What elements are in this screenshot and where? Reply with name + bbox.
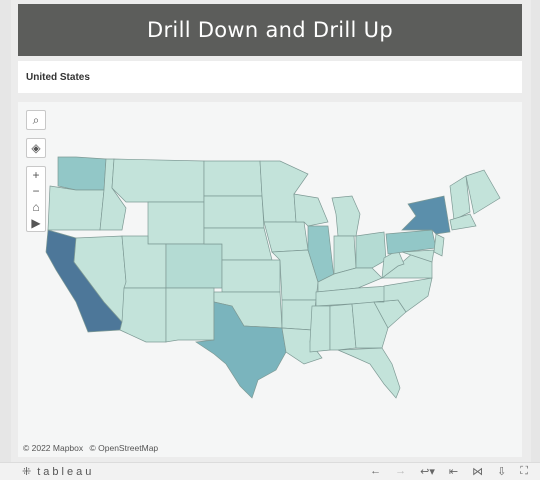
state-arizona[interactable]: [119, 287, 167, 343]
search-icon[interactable]: ⌕: [26, 110, 46, 130]
state-iowa[interactable]: [263, 221, 309, 253]
state-mississippi[interactable]: [309, 305, 331, 353]
us-map[interactable]: [18, 102, 522, 457]
subtitle-bar: United States: [18, 61, 522, 93]
state-florida[interactable]: [337, 347, 401, 399]
layers-icon[interactable]: ◈: [26, 138, 46, 158]
state-alabama[interactable]: [329, 303, 357, 351]
dashboard-title: Drill Down and Drill Up: [147, 18, 393, 42]
download-icon[interactable]: ⇩: [497, 465, 506, 478]
state-south-dakota[interactable]: [203, 195, 265, 229]
state-maine[interactable]: [465, 169, 501, 215]
undo-icon[interactable]: ←: [370, 465, 381, 478]
reset-icon[interactable]: ⇤: [449, 465, 458, 478]
drill-level-label: United States: [26, 71, 90, 83]
state-washington[interactable]: [57, 156, 107, 191]
tableau-toolbar: ⁜ tableau ← → ↩▾ ⇤ ⋈ ⇩ ⛶: [0, 462, 540, 480]
state-new-york[interactable]: [401, 195, 451, 235]
map-toolbar: ⌕ ◈ + − ⌂ ▶: [26, 110, 48, 232]
state-indiana[interactable]: [333, 235, 357, 275]
state-colorado[interactable]: [165, 243, 223, 289]
tableau-logo[interactable]: ⁜ tableau: [22, 465, 95, 479]
state-wyoming[interactable]: [147, 201, 205, 245]
zoom-in-button[interactable]: +: [27, 167, 45, 183]
state-vermont-nh[interactable]: [449, 175, 471, 221]
tableau-mark-icon: ⁜: [22, 466, 32, 478]
state-ohio[interactable]: [355, 231, 387, 269]
state-oregon[interactable]: [47, 185, 105, 231]
viz-controls: ← → ↩▾ ⇤ ⋈ ⇩ ⛶: [370, 465, 528, 478]
home-icon[interactable]: ⌂: [27, 199, 45, 215]
osm-credit[interactable]: © OpenStreetMap: [90, 443, 159, 453]
map-attribution: © 2022 Mapbox © OpenStreetMap: [23, 443, 162, 453]
brand-name: tableau: [37, 465, 95, 478]
zoom-controls: + − ⌂ ▶: [26, 166, 46, 232]
state-michigan[interactable]: [331, 195, 361, 237]
state-north-dakota[interactable]: [203, 160, 263, 197]
state-new-jersey[interactable]: [433, 233, 445, 257]
title-bar: Drill Down and Drill Up: [18, 4, 522, 56]
state-utah[interactable]: [121, 235, 167, 289]
state-new-mexico[interactable]: [165, 287, 215, 343]
expand-tools-icon[interactable]: ▶: [27, 215, 45, 231]
share-icon[interactable]: ⋈: [472, 465, 483, 478]
revert-icon[interactable]: ↩▾: [420, 465, 435, 478]
state-montana[interactable]: [111, 158, 205, 203]
fullscreen-icon[interactable]: ⛶: [520, 465, 528, 478]
redo-icon[interactable]: →: [395, 465, 406, 478]
state-wisconsin[interactable]: [293, 193, 329, 227]
zoom-out-button[interactable]: −: [27, 183, 45, 199]
state-kansas[interactable]: [221, 259, 281, 293]
mapbox-credit[interactable]: © 2022 Mapbox: [23, 443, 83, 453]
map-panel[interactable]: ⌕ ◈ + − ⌂ ▶ © 2022 Mapbox © OpenStreetMa…: [18, 102, 522, 457]
